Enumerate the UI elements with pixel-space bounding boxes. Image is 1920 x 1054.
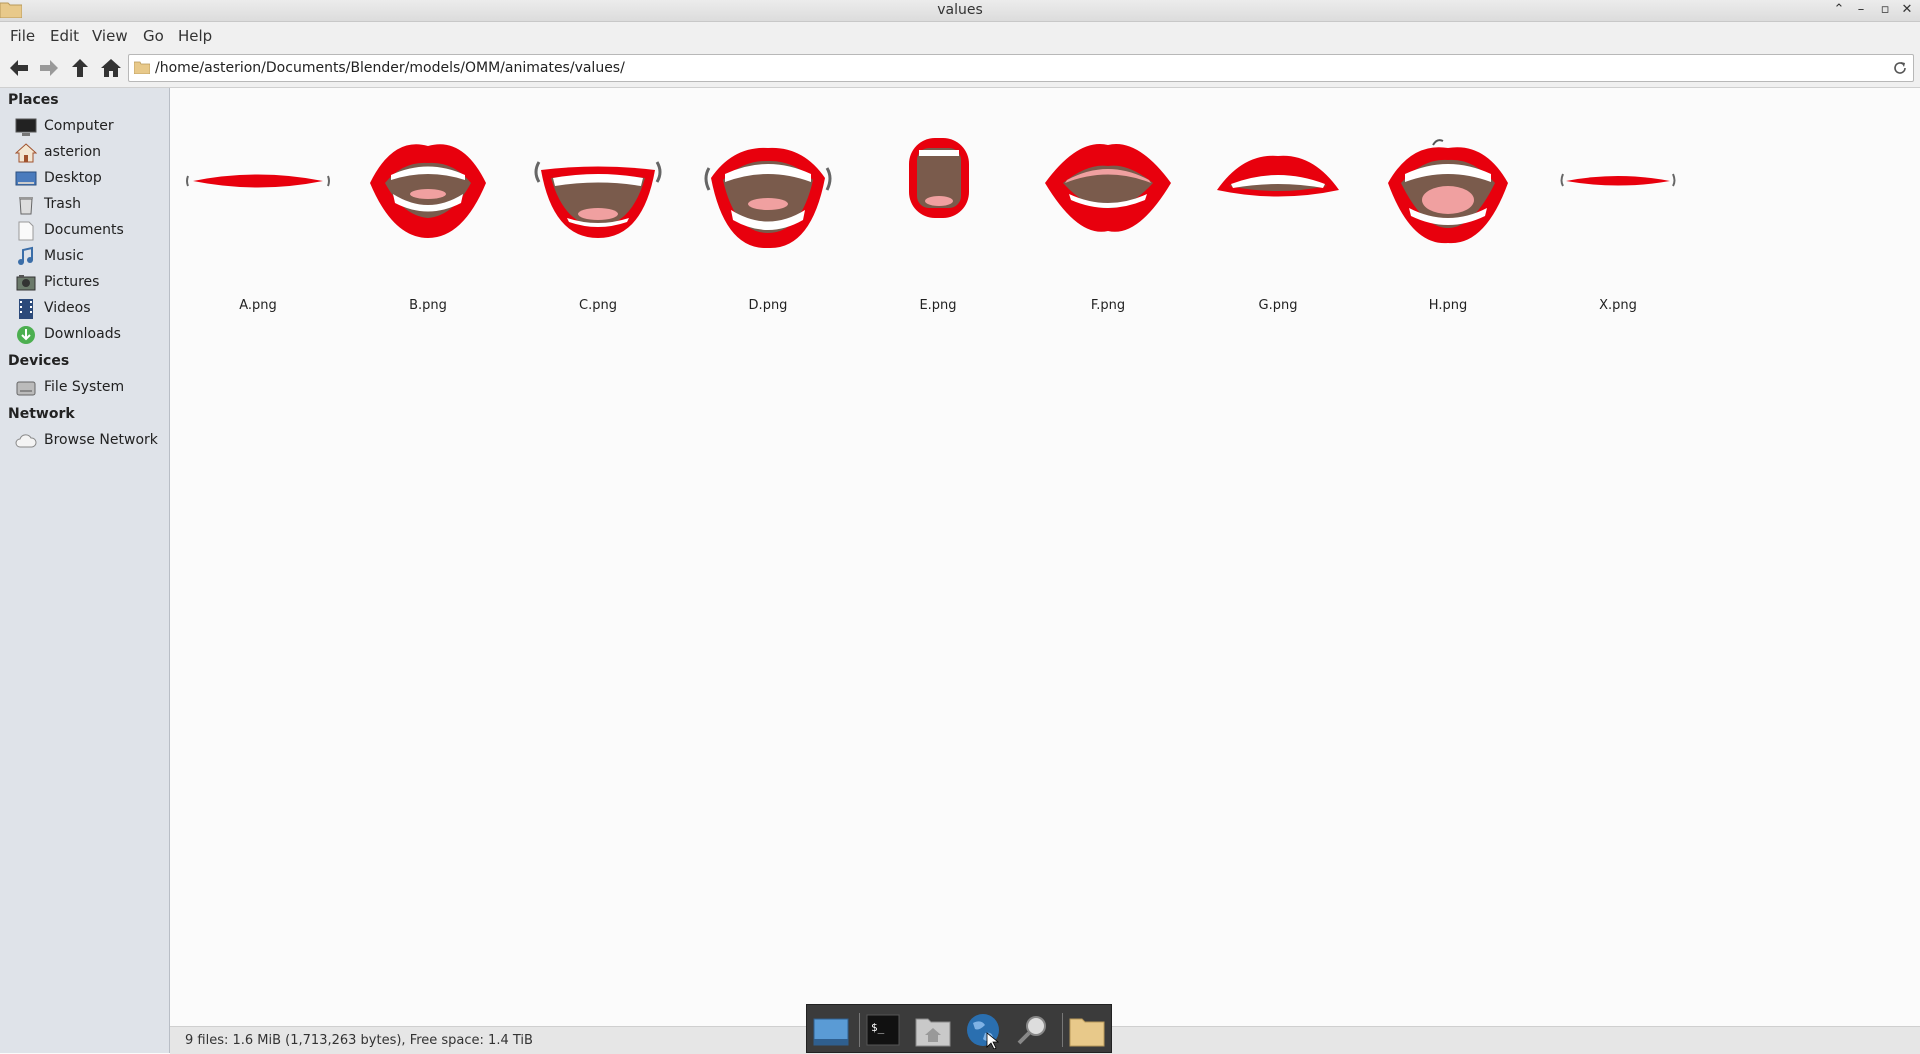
sidebar-item-desktop[interactable]: Desktop [0,167,169,191]
menu-bar: File Edit View Go Help [0,22,1920,49]
file-name: G.png [1258,298,1298,313]
image-thumbnail [909,138,969,218]
maximize-button[interactable]: ▫ [1876,2,1894,18]
documents-icon [18,221,34,241]
downloads-icon [17,326,35,344]
sidebar-item-file-system[interactable]: File System [0,376,169,400]
sidebar-item-videos[interactable]: Videos [0,297,169,321]
file-name: D.png [748,298,788,313]
file-item[interactable]: C.png [523,128,673,368]
file-item[interactable]: A.png [183,128,333,368]
folder-icon [134,61,150,74]
videos-icon [19,299,33,319]
sidebar-item-computer[interactable]: Computer [0,115,169,139]
file-item[interactable]: B.png [353,128,503,368]
file-item[interactable]: X.png [1543,128,1693,368]
sidebar-item-pictures[interactable]: Pictures [0,271,169,295]
location-bar[interactable]: /home/asterion/Documents/Blender/models/… [128,54,1914,82]
menu-go[interactable]: Go [143,27,164,45]
dock-separator [859,1013,860,1047]
pictures-icon [16,275,36,291]
sidebar-item-label: Videos [44,300,91,316]
search-icon[interactable] [1013,1011,1053,1049]
image-thumbnail [1045,144,1171,232]
trash-icon [19,197,33,215]
image-thumbnail [534,161,662,238]
shade-button[interactable]: ⌃ [1830,2,1848,18]
desktop-icon [15,171,37,186]
file-name: H.png [1428,298,1468,313]
menu-edit[interactable]: Edit [50,27,79,45]
title-bar: values ⌃ – ▫ ✕ [0,0,1920,22]
sidebar-item-label: Trash [44,196,81,212]
image-thumbnail [1217,155,1339,197]
sidebar-item-label: Downloads [44,326,121,342]
image-thumbnail [370,144,486,238]
dock: $_ [806,1004,1112,1053]
devices-header: Devices [8,353,70,369]
file-name: A.png [239,298,277,313]
file-item[interactable]: D.png [693,128,843,368]
home-folder-icon[interactable] [913,1011,953,1049]
music-icon [18,246,33,265]
menu-file[interactable]: File [10,27,35,45]
menu-help[interactable]: Help [178,27,212,45]
sidebar-item-trash[interactable]: Trash [0,193,169,217]
file-name: F.png [1090,298,1126,313]
places-header: Places [8,92,59,108]
window-title: values [937,2,983,18]
home-icon[interactable] [98,57,124,79]
image-thumbnail [704,147,832,249]
up-arrow-icon[interactable] [67,57,93,79]
sidebar-item-label: File System [44,379,125,395]
toolbar: /home/asterion/Documents/Blender/models/… [0,49,1920,88]
status-text: 9 files: 1.6 MiB (1,713,263 bytes), Free… [185,1033,533,1048]
home-icon [15,143,37,163]
file-name: E.png [919,298,957,313]
sidebar-item-browse-network[interactable]: Browse Network [0,429,169,453]
close-button[interactable]: ✕ [1898,2,1916,18]
dock-separator [1062,1013,1063,1047]
sidebar: Places Computer asterion Desktop Trash D… [0,88,170,1053]
file-name: X.png [1599,298,1637,313]
file-item[interactable]: G.png [1203,128,1353,368]
back-arrow-icon[interactable] [6,57,32,79]
sidebar-item-label: Music [44,248,84,264]
file-item[interactable]: E.png [863,128,1013,368]
sidebar-item-label: Computer [44,118,114,134]
sidebar-item-downloads[interactable]: Downloads [0,323,169,347]
file-name: C.png [579,298,617,313]
sidebar-item-asterion[interactable]: asterion [0,141,169,165]
network-icon [15,434,37,448]
minimize-button[interactable]: – [1852,2,1870,18]
sidebar-item-label: asterion [44,144,102,160]
sidebar-item-label: Browse Network [44,432,158,448]
sidebar-item-label: Pictures [44,274,100,290]
forward-arrow-icon[interactable] [36,57,62,79]
image-thumbnail [1560,173,1676,187]
image-thumbnail [1388,139,1508,244]
sidebar-item-label: Documents [44,222,124,238]
reload-icon[interactable] [1892,60,1908,76]
computer-icon [15,118,37,136]
image-thumbnail [186,174,330,188]
drive-icon [16,381,36,396]
svg-text:$_: $_ [871,1021,885,1034]
file-view[interactable]: A.png B.png C.png D.png E.png F.png G.pn… [170,88,1920,1026]
sidebar-item-label: Desktop [44,170,102,186]
show-desktop-icon[interactable] [811,1011,851,1049]
file-item[interactable]: H.png [1373,128,1523,368]
web-browser-icon[interactable] [963,1011,1003,1049]
file-item[interactable]: F.png [1033,128,1183,368]
sidebar-item-music[interactable]: Music [0,245,169,269]
terminal-icon[interactable]: $_ [863,1011,903,1049]
menu-view[interactable]: View [92,27,128,45]
sidebar-item-documents[interactable]: Documents [0,219,169,243]
file-name: B.png [409,298,447,313]
network-header: Network [8,406,75,422]
location-path[interactable]: /home/asterion/Documents/Blender/models/… [155,60,625,76]
folder-icon[interactable] [1067,1011,1107,1049]
